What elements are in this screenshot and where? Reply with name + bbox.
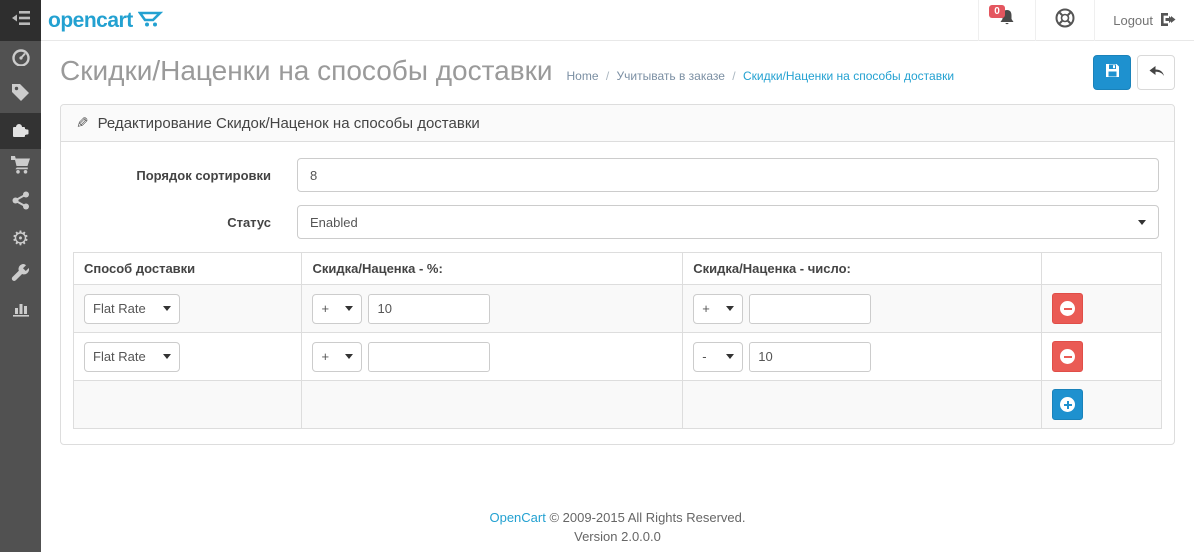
pencil-icon: ✎ — [76, 114, 89, 132]
amount-sign-select[interactable]: + — [693, 294, 743, 324]
opencart-logo[interactable]: opencart — [48, 0, 164, 41]
chevron-down-icon — [345, 306, 353, 311]
main-content: Скидки/Наценки на способы доставки Home … — [41, 41, 1194, 552]
reports-chart-icon — [12, 300, 30, 322]
sidebar-item-catalog[interactable] — [0, 77, 41, 113]
table-row-add — [74, 381, 1162, 429]
tools-wrench-icon — [11, 263, 30, 287]
sidebar-item-system[interactable]: ⚙ — [0, 221, 41, 257]
back-button[interactable] — [1137, 55, 1175, 90]
remove-row-button[interactable] — [1052, 293, 1083, 324]
dashboard-icon — [11, 48, 31, 71]
column-header-shipping-method: Способ доставки — [74, 253, 302, 285]
amount-sign-select[interactable]: - — [693, 342, 743, 372]
shipping-method-value: Flat Rate — [93, 301, 146, 316]
breadcrumb-separator: / — [606, 69, 609, 83]
copyright-text: © 2009-2015 All Rights Reserved. — [549, 510, 745, 525]
percent-sign-select[interactable]: + — [312, 342, 362, 372]
breadcrumb-current[interactable]: Скидки/Наценки на способы доставки — [743, 69, 954, 83]
sidebar-nav: ⚙ — [0, 41, 41, 552]
sort-order-label: Порядок сортировки — [73, 168, 297, 183]
breadcrumb-order-totals[interactable]: Учитывать в заказе — [617, 69, 725, 83]
amount-value-input[interactable] — [749, 294, 871, 324]
undo-arrow-icon — [1148, 63, 1165, 83]
sales-cart-icon — [11, 155, 31, 179]
sidebar-item-tools[interactable] — [0, 257, 41, 293]
version-text: Version 2.0.0.0 — [41, 528, 1194, 547]
panel-heading: ✎ Редактирование Скидок/Наценок на спосо… — [61, 105, 1174, 142]
minus-circle-icon — [1060, 301, 1075, 316]
column-header-amount: Скидка/Наценка - число: — [683, 253, 1042, 285]
extensions-puzzle-icon — [11, 119, 31, 144]
sign-value: + — [321, 349, 329, 364]
edit-panel: ✎ Редактирование Скидок/Наценок на спосо… — [60, 104, 1175, 445]
footer: OpenCart © 2009-2015 All Rights Reserved… — [41, 509, 1194, 547]
panel-heading-title: Редактирование Скидок/Наценок на способы… — [98, 115, 480, 132]
sidebar-item-reports[interactable] — [0, 293, 41, 329]
menu-toggle-button[interactable] — [0, 0, 41, 41]
notification-badge: 0 — [989, 5, 1005, 18]
percent-sign-select[interactable]: + — [312, 294, 362, 324]
panel-body: Порядок сортировки Статус Enabled Сп — [61, 142, 1174, 444]
status-label: Статус — [73, 215, 297, 230]
add-row-button[interactable] — [1052, 389, 1083, 420]
percent-value-input[interactable] — [368, 294, 490, 324]
percent-value-input[interactable] — [368, 342, 490, 372]
breadcrumb-separator: / — [732, 69, 735, 83]
sidebar-item-marketing[interactable] — [0, 185, 41, 221]
minus-circle-icon — [1060, 349, 1075, 364]
remove-row-button[interactable] — [1052, 341, 1083, 372]
shipping-method-select[interactable]: Flat Rate — [84, 294, 180, 324]
save-floppy-icon — [1105, 63, 1120, 83]
life-ring-icon — [1054, 7, 1076, 34]
amount-value-input[interactable] — [749, 342, 871, 372]
status-select-value: Enabled — [310, 215, 358, 230]
catalog-tag-icon — [11, 83, 30, 107]
breadcrumb-home[interactable]: Home — [566, 69, 598, 83]
chevron-down-icon — [726, 306, 734, 311]
cart-logo-icon — [138, 9, 164, 32]
empty-cell — [302, 381, 683, 429]
logo-text: opencart — [48, 9, 133, 33]
empty-cell — [683, 381, 1042, 429]
sign-value: + — [702, 301, 710, 316]
top-right-menu: 0 Logout — [978, 0, 1194, 41]
menu-toggle-icon — [12, 10, 30, 31]
table-row: Flat Rate + — [74, 285, 1162, 333]
store-front-button[interactable] — [1035, 0, 1094, 41]
system-gear-icon: ⚙ — [12, 229, 30, 249]
sidebar-item-extensions[interactable] — [0, 113, 41, 149]
sidebar-item-sales[interactable] — [0, 149, 41, 185]
save-button[interactable] — [1093, 55, 1131, 90]
chevron-down-icon — [726, 354, 734, 359]
page-header: Скидки/Наценки на способы доставки Home … — [41, 41, 1194, 100]
empty-cell — [74, 381, 302, 429]
opencart-footer-link[interactable]: OpenCart — [489, 510, 545, 525]
column-header-actions — [1042, 253, 1162, 285]
discount-table: Способ доставки Скидка/Наценка - %: Скид… — [73, 252, 1162, 429]
shipping-method-select[interactable]: Flat Rate — [84, 342, 180, 372]
notifications-button[interactable]: 0 — [978, 0, 1035, 41]
sign-value: + — [321, 301, 329, 316]
chevron-down-icon — [1138, 220, 1146, 225]
table-row: Flat Rate + — [74, 333, 1162, 381]
chevron-down-icon — [163, 306, 171, 311]
plus-circle-icon — [1060, 397, 1075, 412]
chevron-down-icon — [163, 354, 171, 359]
sign-value: - — [702, 349, 706, 364]
sort-order-input[interactable] — [297, 158, 1159, 192]
logout-label: Logout — [1113, 13, 1153, 28]
sidebar-item-dashboard[interactable] — [0, 41, 41, 77]
chevron-down-icon — [345, 354, 353, 359]
top-bar: opencart 0 Logout — [0, 0, 1194, 41]
sign-out-icon — [1160, 12, 1176, 30]
marketing-share-icon — [12, 191, 30, 215]
logout-button[interactable]: Logout — [1094, 0, 1194, 41]
shipping-method-value: Flat Rate — [93, 349, 146, 364]
status-select[interactable]: Enabled — [297, 205, 1159, 239]
breadcrumb: Home / Учитывать в заказе / Скидки/Нацен… — [566, 69, 954, 83]
copyright-line: OpenCart © 2009-2015 All Rights Reserved… — [41, 509, 1194, 528]
page-title: Скидки/Наценки на способы доставки — [60, 55, 552, 87]
column-header-percent: Скидка/Наценка - %: — [302, 253, 683, 285]
